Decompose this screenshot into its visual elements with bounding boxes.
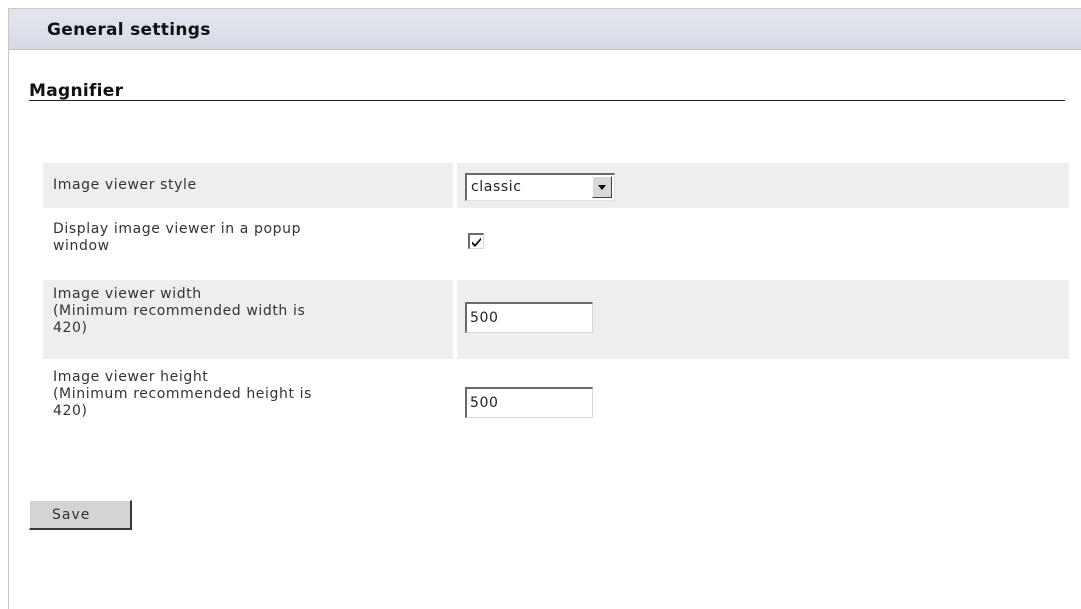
save-button-label: Save	[52, 507, 91, 523]
viewer-width-input[interactable]: 500	[465, 302, 593, 333]
height-label-line3: 420)	[53, 403, 88, 419]
popup-label-line1: Display image viewer in a popup	[53, 221, 302, 237]
viewer-width-value: 500	[470, 310, 499, 326]
setting-value-cell: 500	[457, 363, 1069, 442]
section-divider	[29, 100, 1065, 101]
setting-value-cell: classic	[457, 163, 1069, 208]
popup-label-line2: window	[53, 238, 110, 254]
setting-value-cell: 500	[457, 280, 1069, 359]
setting-label-cell: Image viewer style	[43, 163, 453, 208]
panel-header: General settings	[9, 9, 1081, 50]
width-label-line1: Image viewer width	[53, 286, 202, 302]
setting-row-height: Image viewer height (Minimum recommended…	[43, 363, 1069, 442]
setting-row-viewer-style: Image viewer style classic	[43, 163, 1069, 208]
setting-value-cell	[457, 212, 1069, 280]
setting-label-cell: Display image viewer in a popup window	[43, 212, 453, 280]
width-label-line2: (Minimum recommended width is	[53, 303, 306, 319]
viewer-height-input[interactable]: 500	[465, 387, 593, 418]
panel-title: General settings	[47, 20, 211, 40]
viewer-style-selected-value: classic	[471, 179, 522, 195]
popup-checkbox[interactable]	[468, 233, 484, 249]
setting-row-popup: Display image viewer in a popup window	[43, 212, 1069, 280]
checkmark-icon	[472, 237, 481, 247]
viewer-style-label: Image viewer style	[53, 177, 197, 193]
height-label-line2: (Minimum recommended height is	[53, 386, 312, 402]
width-label-line3: 420)	[53, 320, 88, 336]
setting-row-width: Image viewer width (Minimum recommended …	[43, 280, 1069, 359]
setting-label-cell: Image viewer height (Minimum recommended…	[43, 363, 453, 442]
save-button[interactable]: Save	[29, 500, 132, 530]
setting-label-cell: Image viewer width (Minimum recommended …	[43, 280, 453, 359]
viewer-style-select[interactable]: classic	[465, 173, 615, 201]
height-label-line1: Image viewer height	[53, 369, 209, 385]
viewer-height-value: 500	[470, 395, 499, 411]
section-title: Magnifier	[29, 81, 124, 101]
chevron-down-icon[interactable]	[592, 176, 612, 198]
